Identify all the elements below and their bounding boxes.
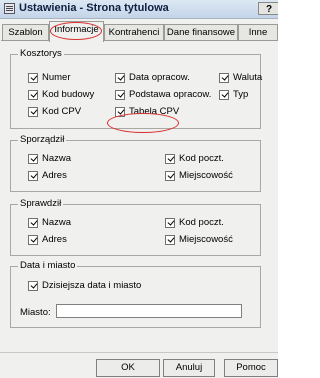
checkbox-box[interactable]	[219, 73, 229, 83]
tab-szablon[interactable]: Szablon	[2, 24, 49, 40]
checkbox-label: Miejscowość	[179, 234, 233, 245]
help-button[interactable]: Pomoc	[224, 359, 278, 377]
group-sprawdzil: Sprawdził Nazwa Kod poczt. Adres Miejsco…	[10, 198, 261, 256]
checkbox-box[interactable]	[165, 235, 175, 245]
settings-dialog: Ustawienia - Strona tytulowa ? Szablon I…	[0, 0, 278, 378]
group-title-sprawdzil: Sprawdził	[18, 198, 64, 209]
group-data-i-miasto: Data i miasto Dzisiejsza data i miasto M…	[10, 260, 261, 328]
checkbox-label: Kod CPV	[42, 106, 82, 117]
group-sporzadzil: Sporządził Nazwa Kod poczt. Adres Miejsc…	[10, 134, 261, 192]
group-title-data-i-miasto: Data i miasto	[18, 260, 78, 271]
checkbox-box[interactable]	[28, 107, 38, 117]
checkbox-box[interactable]	[219, 90, 229, 100]
cancel-button[interactable]: Anuluj	[163, 359, 215, 377]
checkbox-box[interactable]	[165, 154, 175, 164]
city-input[interactable]	[56, 304, 242, 318]
checkbox-label: Dzisiejsza data i miasto	[42, 280, 142, 291]
tab-dane-finansowe[interactable]: Dane finansowe	[164, 24, 238, 40]
checkbox-box[interactable]	[28, 73, 38, 83]
checkbox-label: Data opracow.	[129, 72, 190, 83]
checkbox-box[interactable]	[28, 171, 38, 181]
checkbox-box[interactable]	[28, 281, 38, 291]
checkbox-box[interactable]	[165, 171, 175, 181]
checkbox-box[interactable]	[28, 154, 38, 164]
city-label: Miasto:	[20, 307, 51, 318]
group-title-kosztorys: Kosztorys	[18, 48, 64, 59]
tabela-cpv-highlight-ellipse	[107, 113, 179, 133]
title-bar: Ustawienia - Strona tytulowa ?	[0, 0, 278, 19]
checkbox-box[interactable]	[115, 90, 125, 100]
checkbox-label: Waluta	[233, 72, 263, 83]
checkbox-box[interactable]	[28, 218, 38, 228]
checkbox-label: Adres	[42, 234, 67, 245]
checkbox-label: Typ	[233, 89, 249, 100]
checkbox-label: Podstawa opracow.	[129, 89, 212, 100]
ok-button[interactable]: OK	[96, 359, 160, 377]
tab-kontrahenci[interactable]: Kontrahenci	[104, 24, 164, 40]
checkbox-label: Nazwa	[42, 153, 72, 164]
window-app-icon	[4, 3, 15, 14]
checkbox-label: Kod poczt.	[179, 217, 224, 228]
checkbox-label: Nazwa	[42, 217, 72, 228]
tab-strip: Szablon Informacje Kontrahenci Dane fina…	[0, 21, 278, 42]
checkbox-box[interactable]	[115, 73, 125, 83]
help-title-button[interactable]: ?	[258, 2, 278, 15]
checkbox-label: Numer	[42, 72, 71, 83]
checkbox-box[interactable]	[28, 90, 38, 100]
checkbox-box[interactable]	[28, 235, 38, 245]
checkbox-label: Miejscowość	[179, 170, 233, 181]
checkbox-label: Adres	[42, 170, 67, 181]
informacje-panel: Kosztorys Numer Data opracow. Waluta Kod…	[1, 40, 278, 351]
tab-highlight-ellipse	[50, 22, 102, 40]
group-title-sporzadzil: Sporządził	[18, 134, 67, 145]
checkbox-label: Kod poczt.	[179, 153, 224, 164]
checkbox-box[interactable]	[165, 218, 175, 228]
window-title: Ustawienia - Strona tytulowa	[19, 2, 169, 14]
tab-inne[interactable]: Inne	[238, 24, 278, 40]
checkbox-label: Kod budowy	[42, 89, 95, 100]
button-area-divider	[0, 352, 278, 353]
